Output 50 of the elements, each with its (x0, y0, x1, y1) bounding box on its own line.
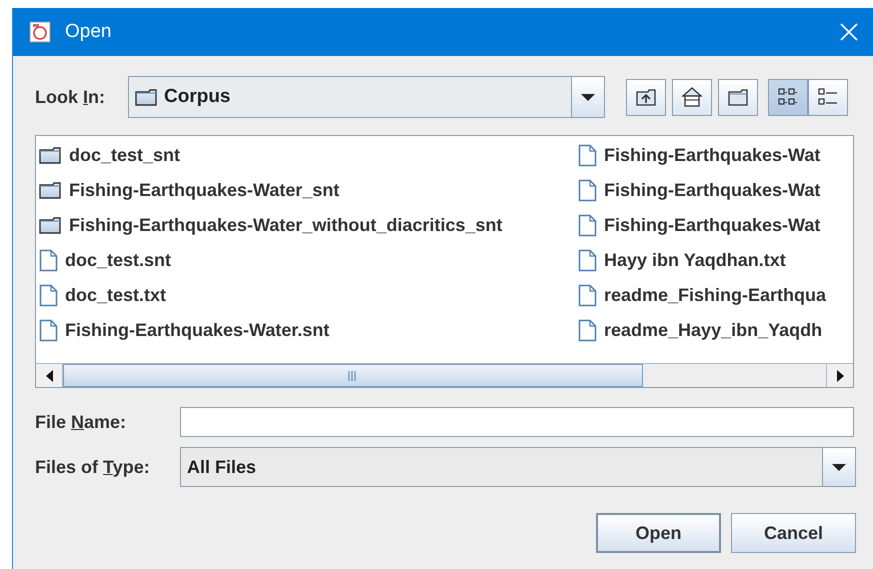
file-item[interactable]: Fishing-Earthquakes-Wat (575, 138, 853, 173)
grip-icon (348, 370, 358, 380)
caret-down-icon (832, 464, 846, 470)
folder-icon (39, 216, 62, 235)
look-in-label: Look In: (35, 86, 106, 108)
cancel-button[interactable]: Cancel (731, 513, 856, 553)
caret-down-icon (581, 94, 595, 100)
file-type-label: Files of Type: (35, 456, 151, 478)
list-view-button[interactable] (768, 78, 808, 116)
scroll-left-icon[interactable] (46, 370, 52, 382)
file-icon (578, 179, 597, 202)
app-icon (29, 21, 51, 43)
home-icon (681, 86, 703, 108)
home-button[interactable] (672, 78, 712, 116)
file-type-value: All Files (187, 456, 256, 478)
file-item[interactable]: readme_Hayy_ibn_Yaqdh (575, 313, 853, 348)
file-icon (39, 319, 58, 342)
close-icon[interactable] (839, 22, 859, 42)
file-icon (578, 319, 597, 342)
file-icon (39, 249, 58, 272)
file-item[interactable]: Hayy ibn Yaqdhan.txt (575, 243, 853, 278)
file-item[interactable]: Fishing-Earthquakes-Wat (575, 173, 853, 208)
file-item[interactable]: readme_Fishing-Earthqua (575, 278, 853, 313)
file-type-dropdown[interactable]: All Files (180, 447, 856, 487)
file-item[interactable]: Fishing-Earthquakes-Wat (575, 208, 853, 243)
file-name-label: File Name: (35, 412, 128, 432)
folder-icon (135, 88, 158, 106)
file-icon (39, 284, 58, 307)
file-item[interactable]: Fishing-Earthquakes-Water_snt (36, 173, 575, 208)
look-in-dropdown[interactable]: Corpus (128, 76, 605, 118)
open-button[interactable]: Open (596, 513, 721, 553)
horizontal-scrollbar[interactable] (36, 363, 853, 387)
file-icon (578, 284, 597, 307)
folder-up-button[interactable] (626, 78, 666, 116)
file-name-field[interactable] (180, 407, 854, 437)
window-title: Open (65, 21, 112, 43)
file-icon (578, 214, 597, 237)
folder-button[interactable] (718, 78, 758, 116)
file-item[interactable]: Fishing-Earthquakes-Water_without_diacritics_snt (36, 208, 575, 243)
file-icon (578, 249, 597, 272)
file-icon (578, 144, 597, 167)
details-view-button[interactable] (808, 78, 848, 116)
file-item[interactable]: Fishing-Earthquakes-Water.snt (36, 313, 575, 348)
file-item[interactable]: doc_test.snt (36, 243, 575, 278)
file-item[interactable]: doc_test.txt (36, 278, 575, 313)
look-in-value: Corpus (164, 86, 230, 108)
folder-icon (39, 181, 62, 200)
folder-icon (39, 146, 62, 165)
file-item[interactable]: doc_test_snt (36, 138, 575, 173)
scroll-right-icon[interactable] (836, 370, 844, 382)
